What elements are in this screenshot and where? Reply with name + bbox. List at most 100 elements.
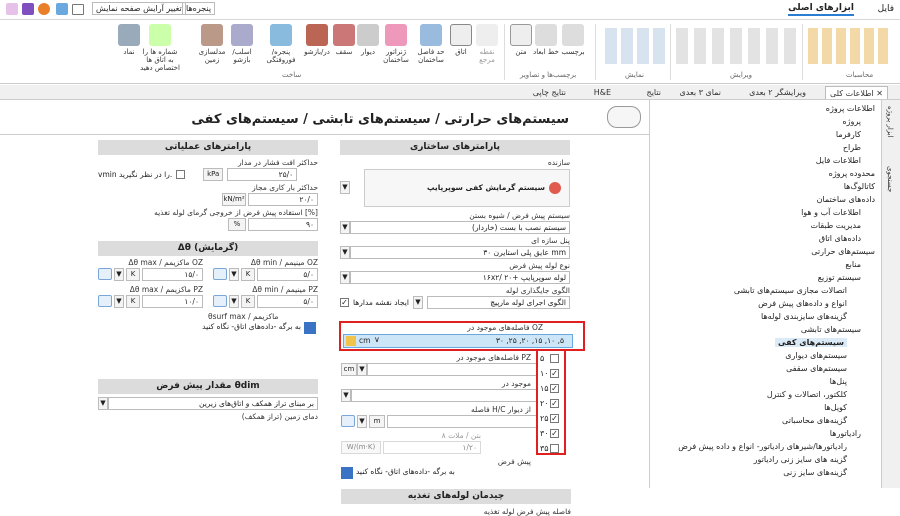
dimension-button[interactable]: خط ابعاد — [532, 24, 560, 72]
door-button[interactable]: در/بازشو — [302, 24, 332, 72]
option-30[interactable]: ✓ ۳۰ — [540, 428, 564, 440]
edit-tools-icon[interactable] — [676, 28, 796, 64]
wall-button[interactable]: دیوار — [356, 24, 380, 72]
label-button[interactable]: برچسب — [560, 24, 586, 72]
project-tools-tab[interactable]: ابزار پروژه — [886, 106, 894, 138]
concrete-input[interactable]: ۱/۲۰ — [383, 441, 481, 454]
tab-print-results[interactable]: نتایج چاپی — [529, 86, 570, 99]
tab-2d-editor[interactable]: ویرایشگر ۲ بعدی — [745, 86, 810, 99]
tree-item[interactable]: داده‌های ساختمان — [817, 195, 875, 204]
tree-item[interactable]: اطلاعات آب و هوا — [801, 208, 861, 217]
tree-item[interactable]: سیستم‌های سقفی — [786, 364, 847, 373]
option-15[interactable]: ✓ ۱۵ — [540, 383, 564, 395]
assign-numbers-button[interactable]: شماره ها را به اتاق ها اختصاص دهید — [140, 24, 180, 72]
arrow-right-icon[interactable] — [304, 322, 316, 334]
chevron-down-icon[interactable]: ▼ — [341, 389, 351, 402]
tab-general-info[interactable]: اطلاعات کلی ✕ — [824, 86, 888, 99]
manufacturer-select[interactable]: سیستم گرمایش کفی سوپرپایپ ▼ — [340, 169, 570, 211]
oz-dropdown[interactable]: cm ∨ ۳۰ ,۲۵ ,۲۰ ,۱۵ ,۱۰ ,۵ — [343, 334, 573, 348]
chevron-down-icon[interactable]: ▼ — [229, 268, 239, 281]
roof-button[interactable]: سقف — [332, 24, 356, 72]
tree-item[interactable]: مدیریت طبقات — [810, 221, 861, 230]
tab-main-tools[interactable]: ابزارهای اصلی — [788, 3, 854, 16]
settings-icon[interactable] — [22, 3, 34, 15]
tree-item[interactable]: کاتالوگ‌ها — [844, 182, 875, 191]
usage-input[interactable]: ۹۰ — [248, 218, 318, 231]
chevron-down-icon[interactable]: ▼ — [114, 295, 124, 308]
terrain-button[interactable]: مدلسازی زمین — [198, 24, 226, 72]
chevron-down-icon[interactable]: ▼ — [357, 415, 367, 428]
tree-item[interactable]: سیستم‌های حرارتی — [811, 247, 875, 256]
default-dropdown[interactable]: بر مبنای تراز همکف و اتاق‌های زیرین — [108, 397, 318, 410]
tree-item[interactable]: کلکتور، اتصالات و کنترل — [767, 390, 847, 399]
chevron-down-icon[interactable]: ▼ — [98, 397, 108, 410]
tree-item[interactable]: طراح — [843, 143, 861, 152]
hc-input[interactable] — [387, 415, 541, 428]
chevron-down-icon[interactable]: ▼ — [340, 221, 350, 234]
tree-item[interactable]: انواع و داده‌های پیش فرض — [758, 299, 847, 308]
chevron-down-icon[interactable]: ▼ — [114, 268, 124, 281]
option-35[interactable]: ۳۵ — [540, 443, 564, 455]
maxdp-input[interactable]: ۲۵/۰ — [227, 168, 298, 181]
panel-dropdown[interactable]: عایق پلی استایرن ۳۰ mm — [350, 246, 570, 259]
pz-dropdown[interactable] — [367, 363, 541, 376]
mounted-dropdown[interactable] — [351, 389, 541, 402]
install-dropdown[interactable]: سیستم نصب با بست (خاردار) — [350, 221, 570, 234]
chevron-down-icon[interactable]: ▼ — [340, 271, 350, 284]
option-5[interactable]: ۵ — [540, 353, 564, 365]
change-view-dropdown[interactable]: تغییر آرایش صفحه نمایش — [92, 2, 186, 15]
pipe-dropdown[interactable]: ۱۶x۲/ لوله سوپرپایپ +۲۰ — [350, 271, 570, 284]
oz-min-input[interactable]: ۵/۰ — [257, 268, 318, 281]
pz-min-input[interactable]: ۵/۰ — [257, 295, 318, 308]
option-25[interactable]: ✓ ۲۵ — [540, 413, 564, 425]
calc-tools-icon[interactable] — [808, 28, 888, 64]
pc-icon[interactable] — [213, 295, 227, 307]
oz-options-list[interactable]: ۵ ✓ ۱۰ ✓ ۱۵ ✓ ۲۰ ✓ ۲۵ ✓ ۳۰ ۳۵ — [536, 349, 566, 455]
tree-item[interactable]: گزینه‌های سایز زنی — [783, 468, 847, 477]
chevron-down-icon[interactable]: ▼ — [340, 181, 350, 194]
tree-item[interactable]: کارفرما — [836, 130, 861, 139]
search-tab[interactable]: جستجوی — [886, 166, 894, 192]
tree-item[interactable]: منابع — [845, 260, 861, 269]
chevron-down-icon[interactable]: ▼ — [229, 295, 239, 308]
pz-max-input[interactable]: ۱۰/۰ — [142, 295, 203, 308]
slab-button[interactable]: اسلب/بازشو — [226, 24, 258, 72]
pencil-icon[interactable] — [346, 336, 356, 346]
tab-file[interactable]: فایل — [878, 4, 894, 14]
building-boundary-button[interactable]: حد فاصل ساختمان — [412, 24, 450, 72]
pattern-dropdown[interactable]: الگوی اجرای لوله مارپیچ — [426, 296, 570, 309]
tree-item[interactable]: رادیاتورها — [830, 429, 861, 438]
tree-item[interactable]: اطلاعات پروژه — [826, 104, 875, 113]
tree-item[interactable]: اتصالات مجازی سیستم‌های تابشی — [734, 286, 847, 295]
help-icon[interactable] — [38, 3, 50, 15]
tree-item[interactable]: سیستم‌های دیواری — [785, 351, 847, 360]
arrow-right-icon[interactable] — [341, 467, 353, 479]
maxload-input[interactable]: ۲۰/۰ — [248, 193, 318, 206]
app-icon[interactable] — [6, 3, 18, 15]
save-icon[interactable] — [56, 3, 68, 15]
tree-item[interactable]: محدوده پروژه — [829, 169, 875, 178]
chevron-down-icon[interactable]: ▼ — [357, 363, 367, 376]
tree-item[interactable]: سیستم توزیع — [818, 273, 861, 282]
tab-he[interactable]: H&E — [590, 86, 615, 99]
view-tools-icon[interactable] — [605, 28, 665, 64]
option-20[interactable]: ✓ ۲۰ — [540, 398, 564, 410]
window-button[interactable]: پنجره/فوروفتگی — [260, 24, 302, 72]
tab-3d-view[interactable]: نمای ۳ بعدی — [676, 86, 725, 99]
tree-item[interactable]: داده‌های اتاق — [819, 234, 861, 243]
windows-dropdown[interactable]: پنجره‌ها — [182, 2, 216, 15]
building-generator-button[interactable]: ژنراتور ساختمان — [380, 24, 412, 72]
tree-item[interactable]: گزینه‌های محاسباتی — [782, 416, 847, 425]
tree-item[interactable]: سیستم‌های کفی — [775, 338, 847, 347]
pc-icon[interactable] — [98, 295, 112, 307]
tab-results[interactable]: نتایج — [643, 86, 665, 99]
tree-item[interactable]: پنل‌ها — [830, 377, 847, 386]
chevron-down-icon[interactable]: ∨ — [374, 335, 380, 344]
pc-icon[interactable] — [213, 268, 227, 280]
room-button[interactable]: اتاق — [450, 24, 472, 72]
back-icon[interactable] — [607, 106, 641, 128]
tree-item[interactable]: کویل‌ها — [824, 403, 847, 412]
option-10[interactable]: ✓ ۱۰ — [540, 368, 564, 380]
vmin-checkbox[interactable] — [176, 170, 186, 179]
tree-item[interactable]: رادیاتورها/شیرهای رادیاتور- انواع و داده… — [678, 442, 847, 451]
